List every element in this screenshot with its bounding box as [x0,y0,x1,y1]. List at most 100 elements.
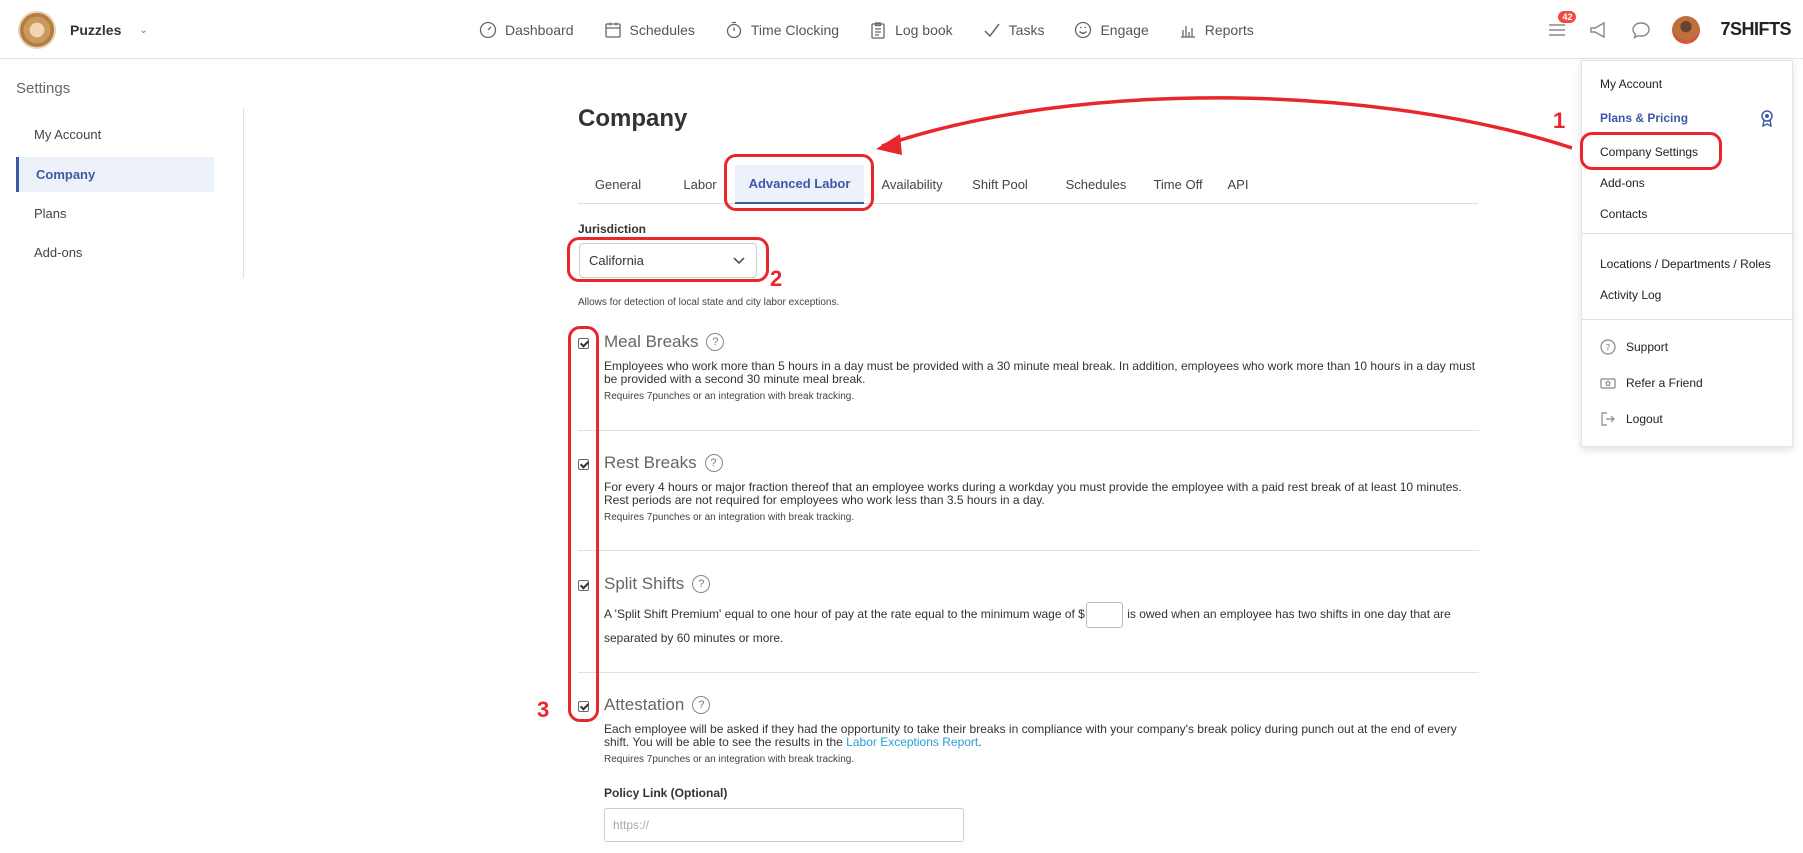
tab-schedules[interactable]: Schedules [1056,165,1136,204]
org-switcher[interactable]: Puzzles ⌄ [18,11,148,49]
meal-breaks-description: Employees who work more than 5 hours in … [604,359,1476,386]
chevron-down-icon: ⌄ [139,24,148,36]
notification-badge: 42 [1558,10,1577,23]
nav-label: Engage [1100,21,1149,38]
logout-icon [1601,412,1615,426]
help-icon[interactable]: ? [704,454,723,472]
meal-breaks-checkbox[interactable] [578,338,589,349]
tab-general[interactable]: General [578,165,658,204]
user-avatar[interactable] [1672,15,1701,44]
menu-item-my-account[interactable]: My Account [1600,77,1662,91]
bar-chart-icon [1180,25,1195,38]
tab-api[interactable]: API [1220,165,1256,204]
menu-item-refer-friend[interactable]: Refer a Friend [1600,375,1703,391]
app-logo: 7SHIFTS [1720,19,1791,39]
help-icon[interactable]: ? [692,696,711,714]
notifications-button[interactable]: 42 [1546,10,1577,41]
megaphone-icon [1590,21,1606,38]
menu-item-logout[interactable]: Logout [1600,411,1663,427]
calendar-icon [604,22,621,38]
meal-breaks-section: Meal Breaks ? Employees who work more th… [578,330,1479,431]
sidebar-item-add-ons[interactable]: Add-ons [16,235,214,270]
menu-item-label: Support [1626,340,1669,354]
attestation-text-end: . [978,735,982,749]
nav-time-clocking[interactable]: Time Clocking [725,21,839,39]
nav-reports[interactable]: Reports [1179,21,1254,39]
menu-item-support[interactable]: ? Support [1600,339,1668,355]
main-nav: Dashboard Schedules Time Clocking Log bo… [479,0,1254,59]
annotation-number-2: 2 [770,266,783,291]
menu-item-plans-pricing[interactable]: Plans & Pricing [1600,111,1688,125]
meal-breaks-title: Meal Breaks ? [604,332,725,352]
checkmark-icon [984,23,1000,37]
chevron-down-icon [733,257,745,265]
section-title-text: Rest Breaks [604,453,697,472]
split-shifts-checkbox[interactable] [578,580,589,591]
sidebar-item-plans[interactable]: Plans [16,196,214,231]
top-bar: Puzzles ⌄ Dashboard Schedules Time Clock… [0,0,1803,59]
nav-dashboard[interactable]: Dashboard [479,21,574,39]
menu-item-company-settings[interactable]: Company Settings [1600,145,1698,159]
clipboard-icon [871,21,885,39]
policy-link-label: Policy Link (Optional) [604,786,728,800]
messages-button[interactable] [1630,19,1652,41]
menu-item-locations[interactable]: Locations / Departments / Roles [1600,257,1771,271]
split-shifts-text-before: A 'Split Shift Premium' equal to one hou… [604,607,1085,622]
nav-engage[interactable]: Engage [1074,21,1149,39]
nav-label: Dashboard [505,21,574,38]
tab-time-off[interactable]: Time Off [1146,165,1210,204]
tab-labor[interactable]: Labor [667,165,733,204]
section-title-text: Split Shifts [604,574,685,593]
speedometer-icon [479,21,497,38]
menu-item-add-ons[interactable]: Add-ons [1600,176,1645,190]
tab-availability[interactable]: Availability [872,165,952,204]
menu-item-label: Logout [1626,412,1663,426]
rest-breaks-note: Requires 7punches or an integration with… [604,512,855,523]
menu-divider [1582,233,1794,234]
menu-item-label: Refer a Friend [1626,376,1703,390]
split-shifts-title: Split Shifts ? [604,574,711,594]
help-circle-icon: ? [1600,339,1616,355]
award-ribbon-icon [1761,110,1773,127]
header-actions: 42 7SHIFTS [1546,0,1791,59]
nav-log-book[interactable]: Log book [869,21,953,39]
minimum-wage-input[interactable] [1085,602,1123,628]
nav-label: Tasks [1008,21,1045,38]
jurisdiction-value: California [589,253,644,268]
jurisdiction-select[interactable]: California [579,243,757,278]
announcements-button[interactable] [1588,19,1610,41]
menu-item-activity-log[interactable]: Activity Log [1600,288,1661,302]
rest-breaks-checkbox[interactable] [578,459,589,470]
tab-advanced-labor[interactable]: Advanced Labor [735,165,864,204]
meal-breaks-note: Requires 7punches or an integration with… [604,391,855,402]
tab-shift-pool[interactable]: Shift Pool [960,165,1040,204]
nav-label: Schedules [629,21,695,38]
stopwatch-icon [726,21,742,38]
smiley-icon [1075,21,1092,38]
split-shifts-section: Split Shifts ? A 'Split Shift Premium' e… [578,572,1479,673]
policy-link-input[interactable] [604,808,964,842]
section-title-text: Meal Breaks [604,332,699,351]
split-shifts-description: A 'Split Shift Premium' equal to one hou… [604,602,1479,648]
svg-text:?: ? [1606,344,1611,354]
help-icon[interactable]: ? [706,333,725,351]
nav-schedules[interactable]: Schedules [604,21,695,39]
help-icon[interactable]: ? [692,575,711,593]
labor-exceptions-report-link[interactable]: Labor Exceptions Report [846,735,978,749]
nav-label: Time Clocking [750,21,840,38]
menu-item-contacts[interactable]: Contacts [1600,207,1647,221]
settings-sidebar: My Account Company Plans Add-ons [16,108,244,278]
chat-bubble-icon [1632,21,1651,39]
menu-divider [1582,319,1794,320]
attestation-section: Attestation ? Each employee will be aske… [578,693,1479,773]
rest-breaks-title: Rest Breaks ? [604,453,723,473]
attestation-title: Attestation ? [604,695,711,715]
company-tabs: General Labor Advanced Labor Availabilit… [578,165,1478,204]
sidebar-item-my-account[interactable]: My Account [16,117,214,152]
sidebar-item-company[interactable]: Company [16,157,214,192]
nav-label: Log book [895,21,953,38]
nav-tasks[interactable]: Tasks [983,21,1045,39]
rest-breaks-description: For every 4 hours or major fraction ther… [604,480,1462,507]
settings-title: Settings [16,80,71,97]
attestation-checkbox[interactable] [578,701,589,712]
